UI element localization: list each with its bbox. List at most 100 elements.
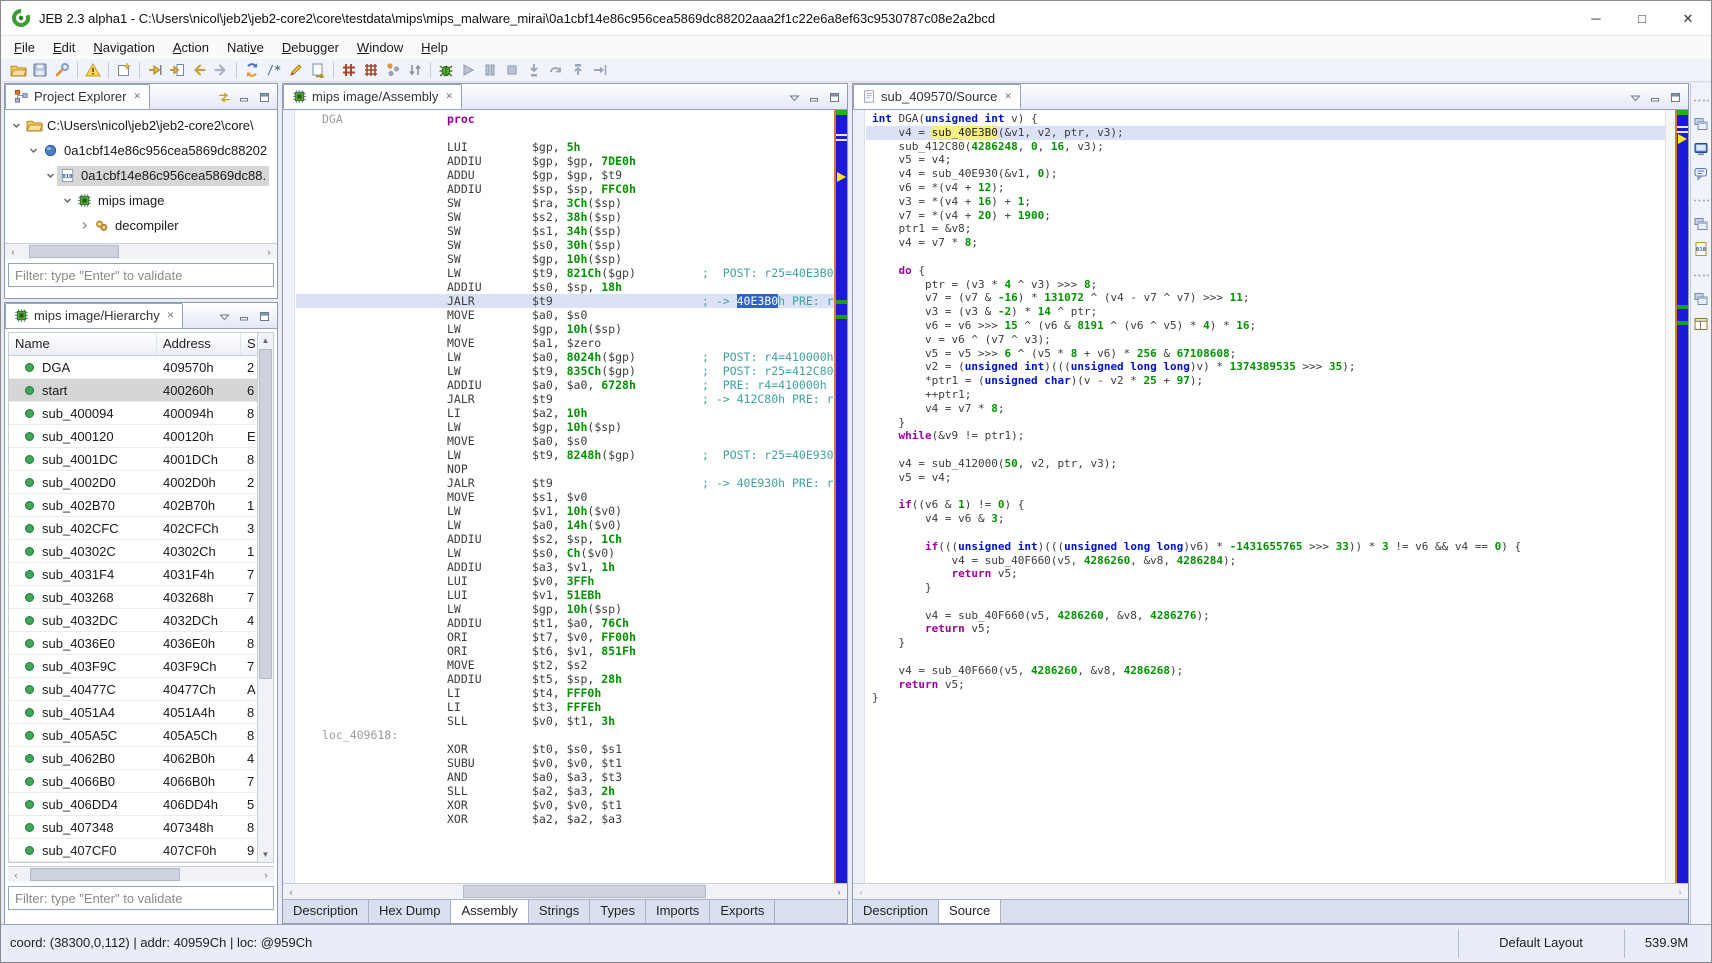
source-line[interactable]: v7 = (v7 & -16) * 131072 ^ (v4 - v7 ^ v7… [866, 291, 1665, 305]
source-line[interactable]: v4 = sub_40F660(v5, 4286260, &v8, 428626… [866, 664, 1665, 678]
tree-item[interactable]: C:\Users\nicol\jeb2\jeb2-core2\core\ [5, 113, 277, 138]
reorder-button[interactable] [404, 60, 426, 81]
menu-item-help[interactable]: Help [412, 38, 457, 57]
hierarchy-filter-input[interactable] [8, 886, 274, 910]
column-header-address[interactable]: Address [157, 333, 241, 355]
assembly-line[interactable]: ADDIU$a0, $a0, 6728h; PRE: r4=410000h [296, 378, 834, 392]
debug-pause-button[interactable] [479, 60, 501, 81]
table-row[interactable]: sub_4001DC4001DCh8 [9, 448, 257, 471]
assembly-line[interactable]: JALR$t9; -> 40E930h PRE: r25= [296, 476, 834, 490]
assembly-line[interactable]: SW$s0, 30h($sp) [296, 238, 834, 252]
assembly-line[interactable]: JALR$t9; -> 412C80h PRE: r25= [296, 392, 834, 406]
restore-view-icon[interactable] [1692, 215, 1710, 233]
source-line[interactable]: while(&v9 != ptr1); [866, 429, 1665, 443]
source-line[interactable]: v5 = v5 >>> 6 ^ (v5 * 8 + v6) * 256 & 67… [866, 347, 1665, 361]
project-tree-hscrollbar[interactable]: ‹ › [5, 243, 277, 259]
assembly-line[interactable]: AND$a0, $a3, $t3 [296, 770, 834, 784]
hscroll-thumb[interactable] [463, 885, 706, 898]
debug-run-button[interactable] [457, 60, 479, 81]
assembly-line[interactable]: LW$t9, 8248h($gp); POST: r25=40E930h [296, 448, 834, 462]
expand-icon[interactable] [77, 221, 91, 230]
assembly-tab-hex-dump[interactable]: Hex Dump [369, 900, 451, 923]
source-line[interactable]: v3 = *(v4 + 16) + 1; [866, 195, 1665, 209]
scroll-left-icon[interactable]: ‹ [5, 244, 21, 259]
assembly-line[interactable]: LUI$v0, 3FFh [296, 574, 834, 588]
tab-hierarchy[interactable]: mips image/Hierarchy ✕ [5, 303, 183, 328]
minimize-view-button[interactable] [238, 91, 251, 103]
assembly-line[interactable]: LW$t9, 821Ch($gp); POST: r25=40E3B0h [296, 266, 834, 280]
step-into-button[interactable] [523, 60, 545, 81]
assembly-line[interactable]: SLL$a2, $a3, 2h [296, 784, 834, 798]
source-line[interactable]: v4 = sub_40F660(v5, 4286260, &v8, 428628… [866, 554, 1665, 568]
source-line[interactable]: return v5; [866, 678, 1665, 692]
table-row[interactable]: sub_4062B04062B0h4 [9, 747, 257, 770]
menu-item-navigation[interactable]: Navigation [84, 38, 163, 57]
table-row[interactable]: sub_402B70402B70h1 [9, 494, 257, 517]
assembly-line[interactable]: LW$t9, 835Ch($gp); POST: r25=412C80h [296, 364, 834, 378]
source-line[interactable] [866, 485, 1665, 499]
assembly-tab-assembly[interactable]: Assembly [451, 900, 528, 923]
source-hscrollbar[interactable]: ‹ › [853, 883, 1688, 899]
assembly-tab-description[interactable]: Description [283, 900, 369, 923]
maximize-button[interactable]: □ [1619, 1, 1665, 36]
assembly-line[interactable]: LW$a0, 8024h($gp); POST: r4=410000h [296, 350, 834, 364]
debug-start-button[interactable] [435, 60, 457, 81]
rename-button[interactable] [285, 60, 307, 81]
table-row[interactable]: sub_400120400120hE [9, 425, 257, 448]
assembly-overview-ruler[interactable] [834, 110, 847, 883]
assembly-line[interactable]: JALR$t9; -> 40E3B0h PRE: r25= [296, 294, 834, 308]
assembly-line[interactable]: LI$t3, FFFEh [296, 700, 834, 714]
assembly-line[interactable]: MOVE$a0, $s0 [296, 434, 834, 448]
assembly-code-area[interactable]: DGAprocLUI$gp, 5hADDIU$gp, $gp, 7DE0hADD… [283, 110, 847, 883]
assembly-line[interactable]: loc_409618: [296, 728, 834, 742]
menu-item-debugger[interactable]: Debugger [273, 38, 348, 57]
flow-grid-button[interactable] [360, 60, 382, 81]
source-line[interactable]: } [866, 416, 1665, 430]
assembly-tab-types[interactable]: Types [590, 900, 646, 923]
tree-item[interactable]: decompiler [5, 213, 277, 238]
tab-assembly-document[interactable]: mips image/Assembly ✕ [283, 84, 462, 109]
assembly-line[interactable]: SW$gp, 10h($sp) [296, 252, 834, 266]
view-menu-button[interactable] [1629, 91, 1642, 103]
table-row[interactable]: start400260h6 [9, 379, 257, 402]
collapse-icon[interactable] [60, 196, 74, 205]
source-line[interactable] [866, 250, 1665, 264]
source-line[interactable]: v4 = v7 * 8; [866, 402, 1665, 416]
assembly-line[interactable]: ORI$t7, $v0, FF00h [296, 630, 834, 644]
tab-source-document[interactable]: sub_409570/Source ✕ [853, 84, 1021, 109]
assembly-line[interactable]: LW$a0, 14h($v0) [296, 518, 834, 532]
assembly-line[interactable]: NOP [296, 462, 834, 476]
step-over-button[interactable] [545, 60, 567, 81]
assembly-line[interactable]: LW$gp, 10h($sp) [296, 602, 834, 616]
close-button[interactable]: ✕ [1665, 1, 1711, 36]
scroll-left-icon[interactable]: ‹ [8, 867, 24, 882]
assembly-line[interactable]: ADDIU$t1, $a0, 76Ch [296, 616, 834, 630]
comment-button[interactable]: /* [263, 60, 285, 81]
source-line[interactable]: } [866, 581, 1665, 595]
source-line[interactable]: v = v6 ^ (v7 ^ v3); [866, 333, 1665, 347]
project-filter-input[interactable] [8, 263, 274, 287]
assembly-line[interactable]: LW$v1, 10h($v0) [296, 504, 834, 518]
table-row[interactable]: sub_405A5C405A5Ch8 [9, 724, 257, 747]
assembly-line[interactable]: LW$s0, Ch($v0) [296, 546, 834, 560]
column-header-name[interactable]: Name [9, 333, 157, 355]
binary-document-icon[interactable]: 010 [1692, 240, 1710, 258]
scroll-down-icon[interactable]: ▼ [258, 847, 273, 862]
source-tab-description[interactable]: Description [853, 900, 939, 923]
table-row[interactable]: sub_400094400094h8 [9, 402, 257, 425]
table-row[interactable]: sub_403F9C403F9Ch7 [9, 655, 257, 678]
alerts-button[interactable] [82, 60, 104, 81]
source-tab-source[interactable]: Source [939, 900, 1001, 923]
source-line[interactable]: v4 = sub_412000(50, v2, ptr, v3); [866, 457, 1665, 471]
table-row[interactable]: DGA409570h2 [9, 356, 257, 379]
scroll-left-icon[interactable]: ‹ [853, 884, 869, 899]
close-icon[interactable]: ✕ [1004, 91, 1012, 102]
split-view-icon[interactable] [1692, 315, 1710, 333]
maximize-view-button[interactable] [258, 91, 271, 103]
assembly-tab-exports[interactable]: Exports [710, 900, 775, 923]
link-with-editor-button[interactable] [218, 91, 231, 103]
assembly-line[interactable]: SW$ra, 3Ch($sp) [296, 196, 834, 210]
assembly-line[interactable]: XOR$v0, $v0, $t1 [296, 798, 834, 812]
minimize-view-button[interactable] [808, 91, 821, 103]
source-code-area[interactable]: int DGA(unsigned int v) { v4 = sub_40E3B… [853, 110, 1688, 883]
